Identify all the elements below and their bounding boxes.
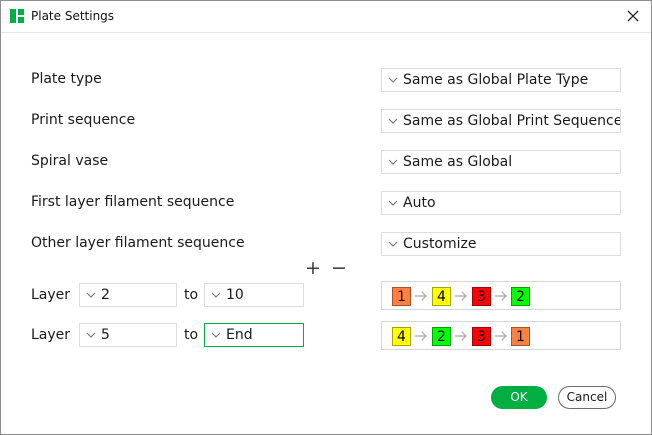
layer-range-2-to[interactable]: End xyxy=(204,323,304,347)
plate-type-label: Plate type xyxy=(31,71,102,87)
bambu-studio-logo-icon xyxy=(10,9,24,23)
remove-layer-range-button[interactable]: − xyxy=(331,258,347,278)
print-sequence-label: Print sequence xyxy=(31,112,136,128)
spiral-vase-dropdown[interactable]: Same as Global xyxy=(381,150,621,174)
layer-range-1-from-value: 2 xyxy=(101,287,110,303)
arrow-right-icon xyxy=(415,291,427,301)
chevron-down-icon xyxy=(388,241,398,247)
plate-settings-dialog: Plate Settings Plate type Same as Global… xyxy=(0,0,652,435)
layer-range-1-to-label: to xyxy=(184,287,199,303)
filament-swatch[interactable]: 4 xyxy=(392,327,411,346)
plate-type-dropdown[interactable]: Same as Global Plate Type xyxy=(381,68,621,92)
chevron-down-icon xyxy=(388,118,398,124)
filament-swatch[interactable]: 1 xyxy=(392,287,411,306)
chevron-down-icon xyxy=(388,77,398,83)
filament-swatch[interactable]: 2 xyxy=(432,327,451,346)
arrow-right-icon xyxy=(495,331,507,341)
spiral-vase-label: Spiral vase xyxy=(31,153,109,169)
filament-swatch[interactable]: 2 xyxy=(511,287,530,306)
arrow-right-icon xyxy=(495,291,507,301)
plate-type-value: Same as Global Plate Type xyxy=(403,72,589,88)
arrow-right-icon xyxy=(455,331,467,341)
arrow-right-icon xyxy=(455,291,467,301)
layer-range-2-sequence[interactable]: 4 2 3 1 xyxy=(381,321,621,350)
other-layer-sequence-dropdown[interactable]: Customize xyxy=(381,232,621,256)
print-sequence-dropdown[interactable]: Same as Global Print Sequence xyxy=(381,109,621,133)
chevron-down-icon xyxy=(86,332,96,338)
first-layer-sequence-dropdown[interactable]: Auto xyxy=(381,191,621,215)
layer-range-1-sequence[interactable]: 1 4 3 2 xyxy=(381,281,621,310)
layer-range-2-from-value: 5 xyxy=(101,327,110,343)
chevron-down-icon xyxy=(211,332,221,338)
other-layer-sequence-label: Other layer filament sequence xyxy=(31,235,245,251)
filament-swatch[interactable]: 3 xyxy=(472,287,491,306)
chevron-down-icon xyxy=(388,159,398,165)
dialog-title: Plate Settings xyxy=(31,9,115,23)
chevron-down-icon xyxy=(388,200,398,206)
filament-swatch[interactable]: 3 xyxy=(472,327,491,346)
other-layer-sequence-value: Customize xyxy=(403,236,477,252)
print-sequence-value: Same as Global Print Sequence xyxy=(403,113,621,129)
add-layer-range-button[interactable]: + xyxy=(305,258,321,278)
layer-range-2-label: Layer xyxy=(31,327,71,343)
layer-range-1-from[interactable]: 2 xyxy=(79,283,177,307)
layer-range-1-to[interactable]: 10 xyxy=(204,283,304,307)
first-layer-sequence-value: Auto xyxy=(403,195,436,211)
chevron-down-icon xyxy=(211,292,221,298)
spiral-vase-value: Same as Global xyxy=(403,154,513,170)
title-bar: Plate Settings xyxy=(1,1,651,33)
close-button[interactable] xyxy=(621,4,645,28)
layer-range-1-label: Layer xyxy=(31,287,71,303)
filament-swatch[interactable]: 4 xyxy=(432,287,451,306)
layer-range-2-from[interactable]: 5 xyxy=(79,323,177,347)
layer-range-1-to-value: 10 xyxy=(226,287,244,303)
chevron-down-icon xyxy=(86,292,96,298)
arrow-right-icon xyxy=(415,331,427,341)
first-layer-sequence-label: First layer filament sequence xyxy=(31,194,235,210)
ok-button[interactable]: OK xyxy=(491,386,547,409)
close-icon xyxy=(627,10,639,22)
layer-range-2-to-value: End xyxy=(226,327,253,343)
filament-swatch[interactable]: 1 xyxy=(511,327,530,346)
layer-range-2-to-label: to xyxy=(184,327,199,343)
cancel-button[interactable]: Cancel xyxy=(558,386,616,409)
